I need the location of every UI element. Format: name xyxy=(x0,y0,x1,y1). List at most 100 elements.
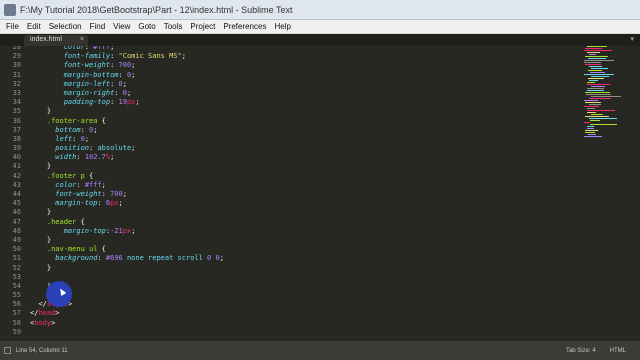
code-line[interactable]: 37 bottom: 0; xyxy=(0,126,575,135)
code-line[interactable]: 47 .header { xyxy=(0,218,575,227)
code-line[interactable]: 32 margin-left: 0; xyxy=(0,80,575,89)
cursor-position: Line 54, Column 11 xyxy=(16,347,68,354)
code-line[interactable]: 57 </head> xyxy=(0,309,575,318)
code-token: ; xyxy=(131,226,136,235)
code-text: position: absolute; xyxy=(30,144,135,153)
line-number: 29 xyxy=(12,52,21,61)
code-token: 700 xyxy=(110,190,123,198)
line-number: 48 xyxy=(12,226,21,235)
code-line[interactable]: 40 width: 102.7%; xyxy=(0,153,575,162)
code-line[interactable]: 41 } xyxy=(0,162,575,171)
code-token: ; xyxy=(126,88,132,97)
code-token: > xyxy=(51,318,56,327)
line-number: 35 xyxy=(12,107,21,116)
code-token: > xyxy=(55,309,60,318)
tab-size[interactable]: Tab Size: 4 xyxy=(566,348,596,354)
code-line[interactable]: 43 color: #fff; xyxy=(0,181,575,190)
code-editor[interactable]: 28 color: #fff; 29 font-family: "Comic Sa… xyxy=(0,46,640,341)
minimap[interactable] xyxy=(580,46,640,341)
code-token: #696 xyxy=(105,254,123,263)
code-token: ; xyxy=(110,153,115,162)
code-token: 0 0 xyxy=(207,254,220,263)
menu-item-tools[interactable]: Tools xyxy=(160,20,187,34)
code-token: margin-left xyxy=(63,79,111,88)
menu-item-preferences[interactable]: Preferences xyxy=(219,20,270,34)
code-token: : xyxy=(118,70,127,79)
panel-toggle-icon[interactable] xyxy=(4,347,11,354)
minimap-line xyxy=(585,48,602,49)
syntax-mode[interactable]: HTML xyxy=(610,348,626,354)
menu-item-file[interactable]: File xyxy=(2,20,23,34)
code-line[interactable]: 49 } xyxy=(0,236,575,245)
code-line[interactable]: 39 position: absolute; xyxy=(0,144,575,153)
code-token: ; xyxy=(181,52,186,61)
line-number: 54 xyxy=(12,281,21,290)
code-lines: 28 color: #fff; 29 font-family: "Comic Sa… xyxy=(0,46,575,337)
code-token: : xyxy=(72,134,81,143)
code-line[interactable]: 48 margin-top:-21px; xyxy=(0,227,575,236)
minimap-line xyxy=(587,84,610,85)
tab-index-html[interactable]: index.html × xyxy=(24,35,88,46)
line-number: 56 xyxy=(12,300,21,309)
menu-item-project[interactable]: Project xyxy=(186,20,219,34)
minimap-line xyxy=(590,72,605,73)
code-line[interactable]: 44 font-weight: 700; xyxy=(0,190,575,199)
code-token: ; xyxy=(131,144,136,153)
line-number: 46 xyxy=(12,208,21,217)
code-line[interactable]: 54 | xyxy=(0,282,575,291)
code-token: margin-top xyxy=(63,226,106,235)
line-number: 53 xyxy=(12,272,21,281)
menu-item-selection[interactable]: Selection xyxy=(45,20,86,34)
code-token: #fff xyxy=(84,180,102,189)
minimap-line xyxy=(588,134,596,135)
code-line[interactable]: 29 font-family: "Comic Sans MS"; xyxy=(0,52,575,61)
code-token: } xyxy=(30,208,52,217)
code-line[interactable]: 51 background: #696 none repeat scroll 0… xyxy=(0,254,575,263)
menu-item-goto[interactable]: Goto xyxy=(134,20,159,34)
code-token: ; xyxy=(84,134,90,143)
minimap-line xyxy=(585,130,598,131)
minimap-line xyxy=(591,76,609,77)
code-token: margin-bottom xyxy=(63,70,119,79)
menu-item-edit[interactable]: Edit xyxy=(23,20,45,34)
code-line[interactable]: 50 .nav-menu ul { xyxy=(0,245,575,254)
code-line[interactable]: 59 xyxy=(0,328,575,337)
chevron-down-icon[interactable]: ▾ xyxy=(630,35,634,43)
menu-item-view[interactable]: View xyxy=(109,20,134,34)
code-line[interactable]: 53 xyxy=(0,273,575,282)
code-text: margin-top:-21px; xyxy=(30,226,136,236)
code-line[interactable]: 56 </style> xyxy=(0,300,575,309)
code-line[interactable]: 46 } xyxy=(0,208,575,217)
code-line[interactable]: 30 font-weight: 700; xyxy=(0,61,575,70)
line-number: 32 xyxy=(12,79,21,88)
code-line[interactable]: 42 .footer p { xyxy=(0,172,575,181)
code-line[interactable]: 52 } xyxy=(0,264,575,273)
code-text: bottom: 0; xyxy=(30,126,97,135)
code-line[interactable]: 55 xyxy=(0,291,575,300)
menu-item-help[interactable]: Help xyxy=(270,20,294,34)
code-token: : xyxy=(97,199,106,208)
line-number: 55 xyxy=(12,291,21,300)
code-line[interactable]: 33 margin-right: 0; xyxy=(0,89,575,98)
line-number: 59 xyxy=(12,327,21,336)
code-line[interactable]: 38 left: 0; xyxy=(0,135,575,144)
code-text: padding-top: 19px; xyxy=(30,98,140,107)
menu-item-find[interactable]: Find xyxy=(86,20,110,34)
code-line[interactable]: 35 } xyxy=(0,107,575,116)
code-line[interactable]: 34 padding-top: 19px; xyxy=(0,98,575,107)
code-line[interactable]: 36 .footer-area { xyxy=(0,117,575,126)
code-line[interactable]: 45 margin-top: 6px; xyxy=(0,199,575,208)
minimap-line xyxy=(585,116,609,117)
close-icon[interactable]: × xyxy=(80,36,84,43)
code-line[interactable]: 58 <body> xyxy=(0,319,575,328)
code-text: } xyxy=(30,107,51,116)
code-token: none repeat scroll xyxy=(122,254,208,263)
code-token: { xyxy=(97,116,106,125)
code-line[interactable]: 31 margin-bottom: 0; xyxy=(0,71,575,80)
